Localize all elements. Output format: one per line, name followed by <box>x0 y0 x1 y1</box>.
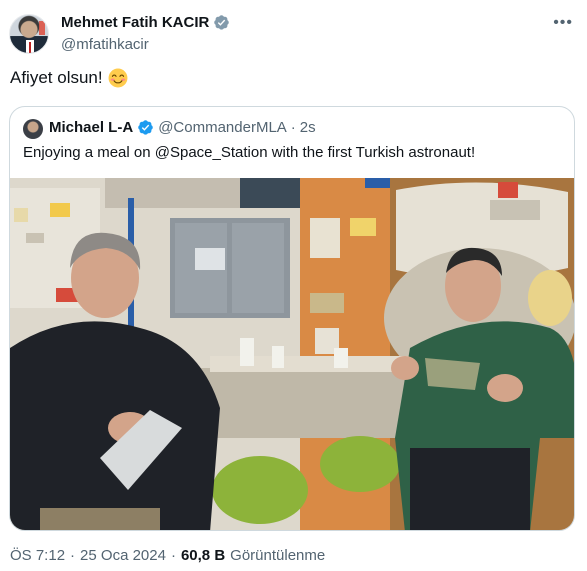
tweet-text-content: Afiyet olsun! <box>10 68 103 87</box>
quoted-author-handle[interactable]: @CommanderMLA <box>158 119 287 136</box>
quoted-photo[interactable] <box>10 178 575 531</box>
verified-badge-icon <box>214 15 230 30</box>
quoted-separator: · <box>290 119 296 136</box>
author-name[interactable]: Mehmet Fatih KACIR <box>61 14 209 31</box>
tweet-text: Afiyet olsun! <box>10 68 128 88</box>
author-name-row: Mehmet Fatih KACIR <box>61 14 230 31</box>
author-handle[interactable]: @mfatihkacir <box>61 36 149 53</box>
quoted-tweet[interactable]: Michael L-A @CommanderMLA · 2s Enjoying … <box>9 106 575 531</box>
meta-separator: · <box>170 547 176 564</box>
quoted-author-name[interactable]: Michael L-A <box>49 119 133 136</box>
views-count: 60,8 B <box>180 547 226 564</box>
tweet-date[interactable]: 25 Oca 2024 <box>80 547 166 564</box>
verified-badge-icon <box>138 120 153 135</box>
views-label: Görüntülenme <box>230 547 326 564</box>
tweet: Mehmet Fatih KACIR @mfatihkacir ••• Afiy… <box>0 0 587 571</box>
tweet-meta: ÖS 7:12 · 25 Oca 2024 · 60,8 B Görüntüle… <box>10 547 325 564</box>
smiling-face-icon <box>108 68 128 88</box>
quoted-text: Enjoying a meal on @Space_Station with t… <box>23 144 476 161</box>
more-options-icon[interactable]: ••• <box>553 14 573 32</box>
quoted-author-avatar[interactable] <box>23 119 43 139</box>
meta-separator: · <box>70 547 76 564</box>
quoted-header: Michael L-A @CommanderMLA · 2s <box>49 119 316 136</box>
tweet-time[interactable]: ÖS 7:12 <box>10 547 65 564</box>
quoted-time[interactable]: 2s <box>300 119 316 136</box>
author-avatar[interactable] <box>9 14 49 54</box>
